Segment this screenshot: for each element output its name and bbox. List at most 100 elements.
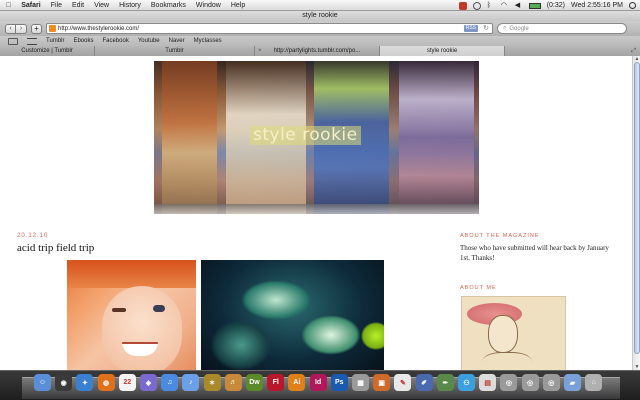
tab-customize-tumblr[interactable]: Customize | Tumblr — [0, 46, 95, 56]
palm-leaf — [211, 320, 271, 370]
menu-history[interactable]: History — [119, 2, 141, 9]
shield-icon[interactable] — [458, 1, 467, 10]
dock-dashboard-icon[interactable]: ◉ — [55, 374, 73, 391]
bookmark-tumblr[interactable]: Tumblr — [46, 38, 64, 44]
post-image-portrait[interactable] — [67, 260, 196, 370]
dock-trash-icon[interactable]: ⌂ — [585, 374, 603, 391]
dock-photoshop-icon[interactable]: Ps — [330, 374, 348, 391]
top-sites-grid-icon[interactable] — [27, 37, 37, 45]
dock-illustrator-icon[interactable]: Ai — [288, 374, 306, 391]
dock-spaces-icon[interactable]: ✶ — [203, 374, 221, 391]
dock-indesign-icon[interactable]: Id — [309, 374, 327, 391]
post-image-palms[interactable] — [201, 260, 384, 370]
close-tab-icon[interactable]: × — [258, 46, 262, 56]
portrait-eye — [153, 305, 165, 312]
dock-stack-1-icon[interactable]: ◎ — [500, 374, 518, 391]
menu-bookmarks[interactable]: Bookmarks — [151, 2, 186, 9]
dock-photo-booth-icon[interactable]: ◈ — [140, 374, 157, 391]
bookmarks-book-icon[interactable] — [8, 37, 18, 45]
dock-flash-icon[interactable]: Fl — [267, 374, 285, 391]
address-bar[interactable]: http://www.thestylerookie.com/ RSS ↻ — [46, 23, 493, 34]
apple-menu-icon[interactable]:  — [6, 2, 11, 9]
add-bookmark-button[interactable]: + — [31, 23, 42, 34]
about-me-illustration[interactable] — [461, 296, 566, 370]
nav-buttons: ‹ › — [5, 23, 27, 34]
menu-file[interactable]: File — [51, 2, 62, 9]
portrait-hair — [67, 260, 196, 288]
tab-label: style rookie — [426, 48, 458, 54]
dock-messenger-icon[interactable]: ⚇ — [458, 374, 475, 391]
menu-help[interactable]: Help — [231, 2, 245, 9]
dock-finder-icon[interactable]: ☺ — [34, 374, 51, 391]
post-date: 20.12.10 — [17, 233, 49, 239]
address-url[interactable]: http://www.thestylerookie.com/ — [58, 26, 139, 32]
banner-floor — [154, 204, 479, 214]
sidebar-heading-about: ABOUT ME — [460, 285, 497, 291]
dock-ical-icon[interactable]: 22 — [118, 374, 136, 391]
dock-firefox-icon[interactable]: ◍ — [97, 374, 115, 391]
bookmark-myclasses[interactable]: Myclasses — [194, 38, 222, 44]
vertical-scrollbar[interactable]: ▲ ▼ — [632, 56, 640, 370]
window-title: style rookie — [0, 11, 640, 21]
dock-safari-icon[interactable]: ✦ — [76, 374, 94, 391]
bookmark-youtube[interactable]: Youtube — [138, 38, 160, 44]
battery-time[interactable]: (0:32) — [547, 2, 565, 9]
menu-edit[interactable]: Edit — [72, 2, 84, 9]
dock: ☺ ◉ ✦ ◍ 22 ◈ ♫ ♪ ✶ ♬ Dw Fl Ai Id Ps ▦ ▣ ✎ ✐ ✒ ⚇ ▤ ◎ ◎ ◎ ▰ ⌂ — [0, 370, 640, 400]
bookmark-naver[interactable]: Naver — [169, 38, 185, 44]
rss-icon[interactable]: RSS — [463, 25, 478, 32]
dock-brush-icon[interactable]: ✒ — [436, 374, 454, 391]
tab-tumblr[interactable]: Tumblr — [95, 46, 255, 56]
menu-view[interactable]: View — [94, 2, 109, 9]
dock-itunes-2-icon[interactable]: ♪ — [182, 374, 200, 391]
bluetooth-icon[interactable]: ᛒ — [487, 2, 495, 10]
dock-stack-3-icon[interactable]: ◎ — [542, 374, 560, 391]
bookmark-facebook[interactable]: Facebook — [102, 38, 128, 44]
search-field[interactable]: ⌕ Google — [497, 23, 627, 34]
portrait-face — [102, 286, 182, 370]
dock-dreamweaver-icon[interactable]: Dw — [246, 374, 263, 391]
dock-preview-icon[interactable]: ▣ — [373, 374, 391, 391]
banner-figure — [399, 61, 474, 214]
dock-textedit-icon[interactable]: ✎ — [394, 374, 412, 391]
tab-style-rookie[interactable]: style rookie — [380, 46, 505, 56]
scrollbar-thumb[interactable] — [634, 62, 640, 354]
tab-label: Customize | Tumblr — [21, 48, 73, 54]
menu-clock[interactable]: Wed 2:55:16 PM — [571, 2, 623, 9]
dock-stack-2-icon[interactable]: ◎ — [521, 374, 539, 391]
sidebar-magazine-text: Those who have submitted will hear back … — [460, 244, 609, 262]
menu-safari[interactable]: Safari — [21, 2, 40, 9]
site-logo[interactable]: style rookie — [250, 126, 361, 145]
header-banner-image[interactable]: style rookie — [154, 61, 479, 214]
dock-garageband-icon[interactable]: ♬ — [224, 374, 242, 391]
spotlight-icon[interactable] — [629, 2, 636, 9]
banner-figure — [162, 61, 217, 214]
menu-bar:  Safari File Edit View History Bookmark… — [0, 0, 640, 11]
wifi-icon[interactable]: ◠ — [501, 2, 509, 10]
search-placeholder: Google — [509, 25, 529, 32]
sync-icon[interactable] — [472, 1, 481, 10]
menu-window[interactable]: Window — [196, 2, 221, 9]
dock-itunes-icon[interactable]: ♫ — [161, 374, 179, 391]
reload-icon[interactable]: ↻ — [483, 24, 489, 33]
search-icon: ⌕ — [503, 25, 507, 31]
back-button[interactable]: ‹ — [5, 23, 16, 34]
illustration-body — [482, 352, 532, 370]
dock-document-icon[interactable]: ▤ — [479, 374, 497, 391]
bookmark-ebooks[interactable]: Ebooks — [73, 38, 93, 44]
tab-partylights[interactable]: × http://partylights.tumblr.com/po... — [255, 46, 380, 56]
bookmarks-bar: Tumblr Ebooks Facebook Youtube Naver Myc… — [0, 36, 640, 46]
web-page[interactable]: style rookie 20.12.10 acid trip field tr… — [0, 56, 632, 370]
sidebar-heading-magazine: ABOUT THE MAGAZINE — [460, 233, 540, 239]
dock-pencil-icon[interactable]: ✐ — [415, 374, 433, 391]
dock-calculator-icon[interactable]: ▦ — [352, 374, 369, 391]
volume-icon[interactable]: ◀ — [515, 2, 523, 10]
battery-icon[interactable] — [528, 2, 541, 9]
forward-button[interactable]: › — [16, 23, 27, 34]
new-tab-icon[interactable]: ⤢ — [631, 46, 636, 56]
site-favicon-icon — [49, 25, 56, 32]
post-title[interactable]: acid trip field trip — [17, 242, 94, 254]
dock-downloads-folder-icon[interactable]: ▰ — [564, 374, 581, 391]
tab-label: http://partylights.tumblr.com/po... — [273, 48, 361, 54]
browser-toolbar: ‹ › + http://www.thestylerookie.com/ RSS… — [0, 21, 640, 36]
